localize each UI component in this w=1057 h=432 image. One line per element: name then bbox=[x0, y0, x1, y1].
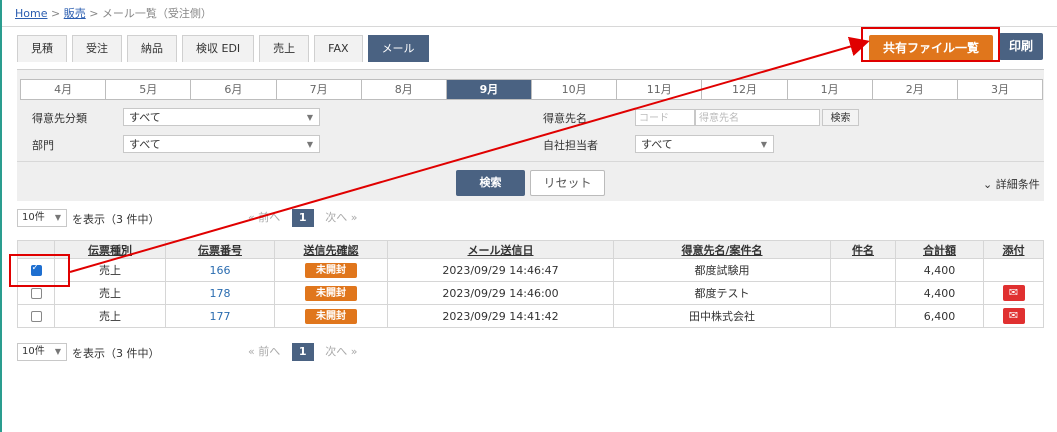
annotation-arrow bbox=[69, 36, 870, 273]
